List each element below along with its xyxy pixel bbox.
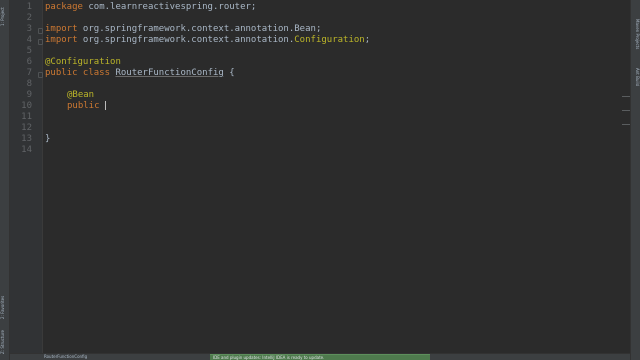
annotation: @Bean — [67, 90, 95, 100]
project-tool-tab[interactable]: 1: Project — [0, 2, 9, 32]
import-path: org.springframework.context.annotation. — [77, 24, 295, 34]
line-number: 7 — [26, 68, 32, 78]
update-notification[interactable]: IDE and plugin updates: IntelliJ IDEA is… — [210, 354, 430, 360]
line-number: 14 — [21, 145, 32, 155]
line-number: 3 — [26, 24, 32, 34]
class-name: Bean — [294, 24, 316, 34]
line-number: 5 — [26, 46, 32, 56]
keyword: public — [67, 101, 100, 111]
keyword: public class — [45, 68, 111, 78]
punctuation: ; — [364, 35, 371, 45]
line-number: 11 — [21, 112, 32, 122]
scrollbar-marker[interactable] — [622, 110, 630, 111]
code-line-9: @Bean — [67, 90, 94, 101]
text-caret — [104, 101, 106, 110]
maven-projects-tab[interactable]: Maven Projects — [631, 14, 640, 54]
keyword: import — [45, 24, 78, 34]
punctuation: { — [223, 68, 235, 78]
line-number: 8 — [26, 79, 32, 89]
line-number: 13 — [21, 134, 32, 144]
scrollbar-marker[interactable] — [622, 96, 630, 97]
line-number: 9 — [26, 90, 32, 100]
line-number: 4 — [26, 35, 32, 45]
scrollbar-marker[interactable] — [622, 124, 630, 125]
class-name: RouterFunctionConfig — [115, 68, 224, 78]
class-name: Configuration — [294, 35, 365, 45]
favorites-tool-tab[interactable]: 2: Favorites — [0, 292, 9, 322]
package-name: com.learnreactivespring.router; — [82, 2, 257, 12]
closing-brace: } — [45, 134, 51, 144]
structure-tool-tab[interactable]: Z: Structure — [0, 327, 9, 357]
code-line-7: public class RouterFunctionConfig { — [45, 68, 235, 79]
code-line-1: package com.learnreactivespring.router; — [45, 2, 256, 13]
line-number: 12 — [21, 123, 32, 133]
import-path: org.springframework.context.annotation. — [77, 35, 295, 45]
line-number: 2 — [26, 13, 32, 23]
left-tool-window-bar: 1: Project 2: Favorites Z: Structure — [0, 0, 10, 360]
line-number: 1 — [26, 2, 32, 12]
ant-build-tab[interactable]: Ant Build — [631, 64, 640, 90]
line-number: 6 — [26, 57, 32, 67]
keyword: import — [45, 35, 78, 45]
line-number: 10 — [21, 101, 32, 111]
punctuation: ; — [315, 24, 322, 34]
code-line-6: @Configuration — [45, 57, 121, 68]
code-line-14: } — [45, 134, 50, 145]
line-number-gutter: 1 2 3 4 5 6 7 8 9 10 11 12 13 14 — [10, 0, 43, 354]
right-tool-window-bar: Maven Projects Ant Build — [630, 0, 640, 360]
code-editor[interactable]: package com.learnreactivespring.router; … — [43, 0, 621, 354]
code-line-10: public — [67, 101, 106, 112]
breadcrumb[interactable]: RouterFunctionConfig — [44, 354, 87, 360]
code-line-3: import org.springframework.context.annot… — [45, 24, 321, 35]
keyword: package — [45, 2, 83, 12]
code-line-4: import org.springframework.context.annot… — [45, 35, 370, 46]
annotation: @Configuration — [45, 57, 121, 67]
